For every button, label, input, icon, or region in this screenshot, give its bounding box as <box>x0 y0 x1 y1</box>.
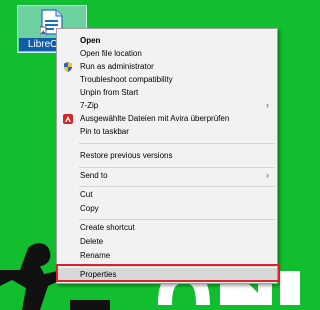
menu-item-avira-scan[interactable]: Ausgewählte Dateien mit Avira überprüfen <box>57 112 277 125</box>
chevron-right-icon: › <box>266 100 269 110</box>
menu-item-copy[interactable]: Copy <box>57 202 277 215</box>
menu-separator <box>79 219 275 220</box>
menu-item-troubleshoot-compatibility[interactable]: Troubleshoot compatibility <box>57 73 277 86</box>
menu-item-send-to[interactable]: Send to › <box>57 169 277 182</box>
highlight-outline <box>56 264 280 282</box>
menu-item-delete[interactable]: Delete <box>57 235 277 248</box>
menu-separator <box>79 186 275 187</box>
avira-icon <box>63 114 73 124</box>
menu-item-pin-to-taskbar[interactable]: Pin to taskbar <box>57 125 277 138</box>
menu-item-open[interactable]: Open <box>57 34 277 47</box>
chevron-right-icon: › <box>266 170 269 180</box>
context-menu: Open Open file location Run as administr… <box>56 28 278 284</box>
menu-item-create-shortcut[interactable]: Create shortcut <box>57 221 277 234</box>
menu-item-7zip[interactable]: 7-Zip › <box>57 99 277 112</box>
menu-item-cut[interactable]: Cut <box>57 188 277 201</box>
menu-item-run-as-administrator[interactable]: Run as administrator <box>57 60 277 73</box>
shield-icon <box>64 62 72 72</box>
menu-separator <box>79 167 275 168</box>
menu-item-open-file-location[interactable]: Open file location <box>57 47 277 60</box>
menu-item-restore-previous-versions[interactable]: Restore previous versions <box>57 149 277 162</box>
menu-item-unpin-from-start[interactable]: Unpin from Start <box>57 86 277 99</box>
menu-item-rename[interactable]: Rename <box>57 249 277 262</box>
menu-separator <box>79 143 275 144</box>
